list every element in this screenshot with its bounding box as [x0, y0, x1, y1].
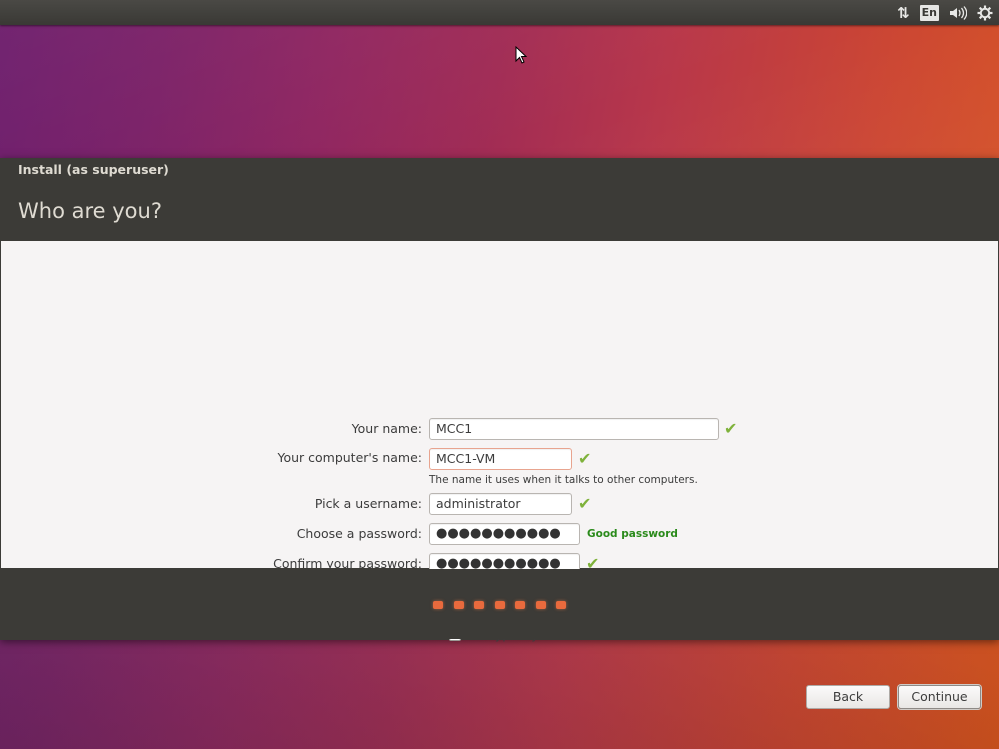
username-label: Pick a username: [314, 496, 422, 511]
form-panel: Your name: MCC1 ✔ Your computer's name: … [1, 241, 998, 709]
password-input[interactable]: ●●●●●●●●●●● [429, 523, 580, 545]
username-valid-check-icon: ✔ [578, 494, 592, 513]
computer-name-valid-check-icon: ✔ [578, 449, 592, 468]
volume-icon[interactable] [949, 3, 967, 23]
computer-name-input[interactable]: MCC1-VM [429, 448, 572, 470]
progress-dots [433, 601, 566, 609]
progress-dot [453, 601, 464, 609]
your-name-valid-check-icon: ✔ [724, 419, 738, 438]
username-input[interactable]: administrator [429, 493, 572, 515]
mouse-cursor-icon [515, 46, 527, 64]
progress-dot [556, 601, 566, 609]
installer-footer [1, 569, 998, 639]
keyboard-layout-indicator[interactable]: En [919, 5, 939, 21]
computer-name-label: Your computer's name: [277, 450, 422, 465]
top-panel: ⇅ En [0, 0, 999, 25]
page-title: Who are you? [18, 199, 162, 223]
your-name-input[interactable]: MCC1 [429, 418, 719, 440]
progress-dot [494, 601, 505, 609]
system-tray: ⇅ En [897, 3, 993, 23]
progress-dot [474, 601, 484, 609]
power-gear-icon[interactable] [977, 3, 993, 23]
window-title: Install (as superuser) [18, 162, 169, 177]
computer-name-hint: The name it uses when it talks to other … [429, 474, 698, 486]
network-icon[interactable]: ⇅ [897, 3, 910, 23]
installer-window: Install (as superuser) Who are you? Your… [0, 158, 999, 709]
continue-button[interactable]: Continue [898, 685, 981, 709]
your-name-label: Your name: [351, 421, 422, 436]
progress-dot [535, 601, 546, 609]
progress-dot [515, 601, 525, 609]
progress-dot [433, 601, 443, 609]
password-label: Choose a password: [296, 526, 422, 541]
password-strength-indicator: Good password [587, 528, 678, 540]
back-button[interactable]: Back [806, 685, 890, 709]
